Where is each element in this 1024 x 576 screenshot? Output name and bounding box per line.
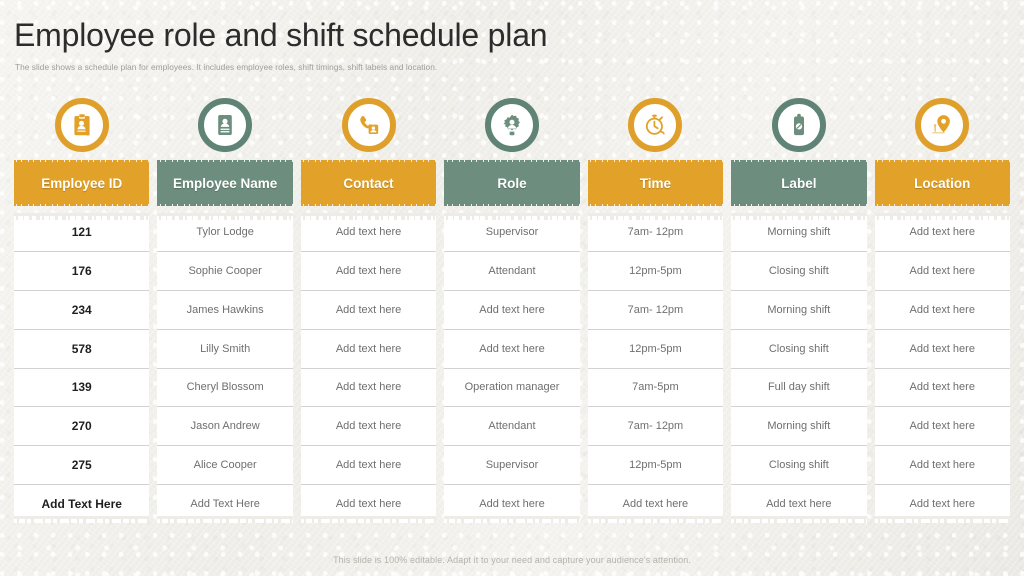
table-column: Time 7am- 12pm 12pm-5pm 7am- 12pm 12pm-5pm 7a… — [587, 98, 724, 523]
table-cell[interactable]: Morning shift — [731, 407, 867, 447]
table-column: Role Supervisor Attendant Add text here Add … — [444, 98, 581, 523]
table-cell[interactable]: 275 — [14, 446, 150, 486]
table-cell[interactable]: Morning shift — [731, 213, 867, 252]
table-cell[interactable]: Supervisor — [444, 213, 580, 252]
table-cell[interactable]: Add text here — [301, 485, 436, 523]
id-card-person-icon — [198, 98, 253, 152]
table-cell[interactable]: Add text here — [300, 369, 437, 408]
table-cell[interactable]: Add text here — [874, 407, 1010, 447]
table-cell[interactable]: Tylor Lodge — [157, 213, 293, 252]
table-cell[interactable]: Add text here — [444, 291, 580, 330]
table-cell[interactable]: Add text here — [300, 252, 437, 291]
table-cell[interactable]: Add text here — [875, 485, 1010, 523]
table-cell[interactable]: Attendant — [444, 252, 580, 291]
table-cell[interactable]: Add text here — [588, 485, 723, 523]
table-cell[interactable]: Add text here — [300, 213, 437, 252]
table-cell[interactable]: 270 — [14, 407, 150, 447]
table-cell[interactable]: Add text here — [300, 291, 437, 330]
table-cell[interactable]: Cheryl Blossom — [157, 369, 293, 408]
page-title: Employee role and shift schedule plan — [14, 17, 548, 53]
table-cell[interactable]: 7am- 12pm — [587, 213, 724, 252]
table-cell[interactable]: Supervisor — [444, 446, 580, 486]
table-cell[interactable]: 578 — [14, 330, 150, 369]
column-header[interactable]: Employee Name — [157, 160, 294, 206]
column-header[interactable]: Location — [874, 160, 1011, 206]
table-cell[interactable]: Closing shift — [731, 446, 867, 486]
table-cell[interactable]: 7am-5pm — [587, 369, 724, 408]
id-badge-clipboard-icon — [54, 98, 109, 152]
table-cell[interactable]: Add text here — [300, 446, 437, 486]
table-cell[interactable]: 12pm-5pm — [587, 252, 724, 291]
table-cell[interactable]: Add text here — [874, 213, 1010, 252]
table-cell[interactable]: Closing shift — [731, 330, 867, 369]
table-cell[interactable]: Alice Cooper — [157, 446, 293, 486]
column-header[interactable]: Time — [587, 160, 724, 206]
table-cell[interactable]: Add text here — [874, 330, 1010, 369]
table-column: Label Morning shift Closing shift Morning s… — [731, 98, 867, 523]
table-cell[interactable]: James Hawkins — [157, 291, 293, 330]
table-cell[interactable]: Lilly Smith — [157, 330, 293, 369]
table-cell[interactable]: Closing shift — [731, 252, 867, 291]
column-card: Morning shift Closing shift Morning shift C… — [731, 213, 867, 523]
table-cell[interactable]: 139 — [14, 369, 150, 408]
table-cell[interactable]: 7am- 12pm — [587, 407, 724, 447]
table-cell[interactable]: Add Text Here — [14, 485, 149, 523]
table-cell[interactable]: Attendant — [444, 407, 580, 447]
column-card: 121 176 234 578 139 270 275 Add Text Here — [14, 213, 150, 523]
table-cell[interactable]: Add text here — [731, 485, 866, 523]
table-cell[interactable]: 176 — [14, 252, 150, 291]
table-cell[interactable]: Add text here — [874, 446, 1010, 486]
column-header[interactable]: Contact — [300, 160, 437, 206]
stopwatch-icon — [628, 98, 683, 152]
column-card: Add text here Add text here Add text here A… — [300, 213, 437, 523]
table-cell[interactable]: 12pm-5pm — [587, 330, 724, 369]
table-column: Contact Add text here Add text here Add tex… — [300, 98, 437, 523]
column-header[interactable]: Employee ID — [14, 160, 150, 206]
table-cell[interactable]: Sophie Cooper — [157, 252, 293, 291]
table-column: Employee ID 121 176 234 578 139 270 275 Add Text… — [14, 98, 150, 523]
table-cell[interactable]: Add text here — [300, 330, 437, 369]
column-card: 7am- 12pm 12pm-5pm 7am- 12pm 12pm-5pm 7am-5p… — [587, 213, 724, 523]
column-header[interactable]: Label — [731, 160, 867, 206]
map-pin-icon — [915, 98, 970, 152]
table-cell[interactable]: Add Text Here — [157, 485, 292, 523]
table-cell[interactable]: Full day shift — [731, 369, 867, 408]
table-cell[interactable]: Jason Andrew — [157, 407, 293, 447]
table-cell[interactable]: Add text here — [874, 291, 1010, 330]
table-column: Employee Name Tylor Lodge Sophie Cooper Jam… — [157, 98, 294, 523]
table-cell[interactable]: 12pm-5pm — [587, 446, 724, 486]
table-cell[interactable]: Add text here — [874, 369, 1010, 408]
table-cell[interactable]: Operation manager — [444, 369, 580, 408]
column-card: Tylor Lodge Sophie Cooper James Hawkins Lil… — [157, 213, 294, 523]
table-cell[interactable]: Add text here — [444, 330, 580, 369]
gear-person-icon — [484, 98, 539, 152]
column-header[interactable]: Role — [444, 160, 581, 206]
table-cell[interactable]: Add text here — [300, 407, 437, 447]
price-tag-icon — [771, 98, 826, 152]
column-card: Supervisor Attendant Add text here Add text… — [444, 213, 581, 523]
table-cell[interactable]: 121 — [14, 213, 150, 252]
table-cell[interactable]: Add text here — [444, 485, 579, 523]
page-subtitle: The slide shows a schedule plan for empl… — [15, 62, 438, 72]
slide-footer-note: This slide is 100% editable. Adapt it to… — [333, 555, 691, 565]
table-cell[interactable]: Add text here — [874, 252, 1010, 291]
schedule-table: Employee ID 121 176 234 578 139 270 275 Add Text… — [14, 98, 1011, 523]
table-cell[interactable]: Morning shift — [731, 291, 867, 330]
phone-contact-card-icon — [341, 98, 396, 152]
table-column: Location Add text here Add text here Add te… — [874, 98, 1011, 523]
table-cell[interactable]: 234 — [14, 291, 150, 330]
column-card: Add text here Add text here Add text here A… — [874, 213, 1011, 523]
table-cell[interactable]: 7am- 12pm — [587, 291, 724, 330]
